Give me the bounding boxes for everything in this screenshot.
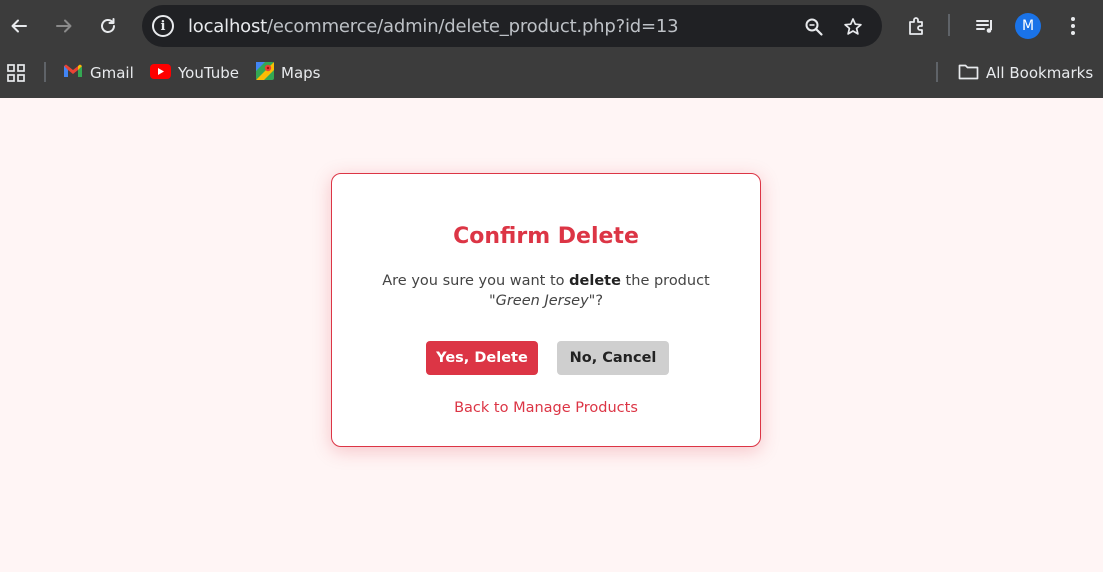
maps-icon: [256, 62, 274, 84]
back-to-manage-products-link[interactable]: Back to Manage Products: [332, 400, 760, 416]
url-path: /ecommerce/admin/delete_product.php?id=1…: [267, 16, 679, 37]
gmail-icon: [63, 63, 83, 83]
zoom-icon[interactable]: [802, 15, 826, 39]
folder-icon: [958, 63, 979, 84]
message-prefix: Are you sure you want to: [382, 273, 570, 289]
url-text[interactable]: localhost/ecommerce/admin/delete_product…: [188, 16, 679, 37]
bookmarks-divider: [44, 62, 46, 82]
reload-icon[interactable]: [92, 10, 124, 42]
bookmarks-right-divider: [936, 62, 938, 82]
forward-arrow-icon[interactable]: [48, 10, 80, 42]
message-emphasis: delete: [569, 273, 621, 289]
bookmark-label: YouTube: [178, 64, 239, 82]
media-controls-icon[interactable]: [971, 12, 999, 40]
kebab-menu-icon[interactable]: [1059, 12, 1087, 40]
apps-grid-icon[interactable]: [2, 59, 30, 87]
address-bar[interactable]: i localhost/ecommerce/admin/delete_produ…: [142, 5, 882, 47]
youtube-icon: [150, 63, 171, 83]
browser-toolbar: i localhost/ecommerce/admin/delete_produ…: [0, 0, 1103, 52]
confirm-delete-button[interactable]: Yes, Delete: [426, 341, 538, 375]
confirm-message: Are you sure you want to delete the prod…: [372, 271, 720, 311]
site-info-icon[interactable]: i: [152, 15, 174, 37]
dialog-title: Confirm Delete: [453, 224, 639, 249]
bookmark-youtube[interactable]: YouTube: [150, 62, 239, 84]
message-suffix: "?: [588, 293, 604, 309]
all-bookmarks-label: All Bookmarks: [986, 64, 1094, 82]
all-bookmarks-button[interactable]: All Bookmarks: [958, 62, 1093, 84]
bookmark-star-icon[interactable]: [841, 15, 865, 39]
back-arrow-icon[interactable]: [3, 10, 35, 42]
bookmark-label: Maps: [281, 64, 321, 82]
bookmark-label: Gmail: [90, 64, 134, 82]
toolbar-divider: [948, 14, 950, 36]
bookmark-maps[interactable]: Maps: [256, 62, 320, 84]
product-name: Green Jersey: [495, 293, 589, 309]
extensions-icon[interactable]: [903, 12, 931, 40]
cancel-button[interactable]: No, Cancel: [557, 341, 669, 375]
profile-avatar[interactable]: M: [1015, 13, 1041, 39]
bookmark-gmail[interactable]: Gmail: [63, 62, 134, 84]
confirm-delete-card: Confirm Delete Are you sure you want to …: [331, 173, 761, 447]
url-host: localhost: [188, 16, 267, 37]
